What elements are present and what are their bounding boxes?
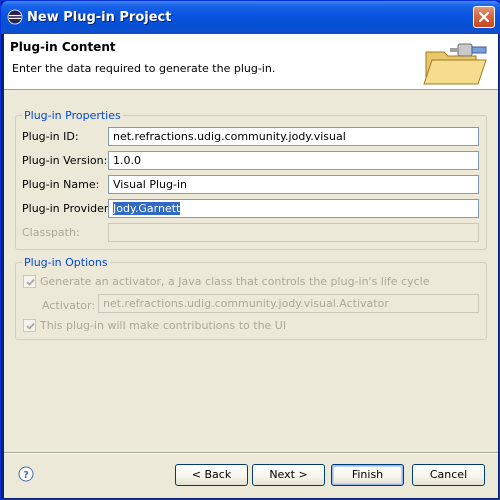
page-title: Plug-in Content [10,40,116,54]
next-button[interactable]: Next > [252,464,325,486]
ui-contributions-checkbox[interactable] [23,319,36,332]
classpath-label: Classpath: [22,226,80,239]
properties-legend-title: Properties [65,109,121,122]
ui-contributions-checkbox-row[interactable]: This plug-in will make contributions to … [23,319,286,332]
finish-button[interactable]: Finish [331,464,404,486]
plugin-id-label: Plug-in ID: [22,130,79,143]
window-title: New Plug-in Project [27,10,172,25]
back-button[interactable]: < Back [175,464,248,486]
plugin-name-label: Plug-in Name: [22,178,100,191]
generate-activator-checkbox-row[interactable]: Generate an activator, a Java class that… [23,275,429,288]
generate-activator-label: Generate an activator, a Java class that… [40,275,430,288]
eclipse-icon [7,9,23,25]
checkmark-icon [26,278,35,286]
options-legend-title: Options [65,256,108,269]
plugin-name-field[interactable]: Visual Plug-in [108,175,479,194]
classpath-field[interactable] [108,223,479,242]
activator-label: Activator: [42,299,96,312]
checkmark-icon [26,322,35,330]
page-description: Enter the data required to generate the … [12,62,276,75]
plugin-provider-field[interactable]: Jody.Garnett [108,199,479,218]
dialog-window: New Plug-in Project Plug-in Content Ente… [0,0,500,500]
plugin-id-field[interactable]: net.refractions.udig.community.jody.visu… [108,127,479,146]
close-icon [478,11,490,23]
provider-selected-text: Jody.Garnett [113,202,181,215]
close-button[interactable] [473,6,495,28]
help-icon: ? [18,466,34,482]
svg-text:?: ? [23,470,29,481]
generate-activator-checkbox[interactable] [23,275,36,288]
button-bar-separator [4,452,498,454]
plugin-version-field[interactable]: 1.0.0 [108,151,479,170]
title-bar[interactable]: New Plug-in Project [1,1,500,34]
help-button[interactable]: ? [18,466,34,482]
plugin-provider-label: Plug-in Provider: [22,202,112,215]
activator-field[interactable]: net.refractions.udig.community.jody.visu… [98,294,479,313]
wizard-header: Plug-in Content Enter the data required … [4,34,498,90]
ui-contributions-label: This plug-in will make contributions to … [40,319,287,332]
options-legend-prefix: Plug-in [24,256,66,269]
dialog-body: Plug-in Content Enter the data required … [4,34,498,498]
cancel-button[interactable]: Cancel [412,464,485,486]
plugin-version-label: Plug-in Version: [22,154,108,167]
properties-legend-prefix: Plug-in [24,109,66,122]
folder-plug-icon [420,38,492,88]
